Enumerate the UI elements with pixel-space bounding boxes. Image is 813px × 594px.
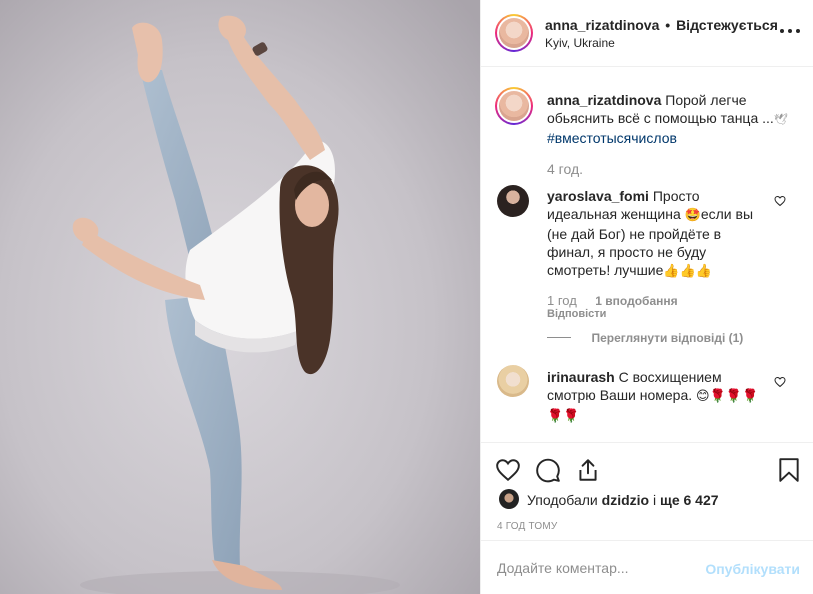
likes-count[interactable]: ще 6 427: [660, 492, 719, 508]
comment-text-line: если вы: [700, 206, 754, 222]
comment-icon[interactable]: [535, 457, 561, 483]
comments-list[interactable]: anna_rizatdinova Порой легче обьяснить в…: [481, 67, 813, 442]
dancer-photo: [0, 0, 480, 594]
heart-icon[interactable]: [495, 457, 521, 483]
header-user-line: anna_rizatdinova • Відстежується: [545, 17, 778, 33]
post-side-panel: anna_rizatdinova • Відстежується Kyiv, U…: [480, 0, 813, 594]
caption: anna_rizatdinova Порой легче обьяснить в…: [547, 91, 797, 147]
comment-yaroslava: yaroslava_fomi Просто идеальная женщина …: [547, 187, 767, 281]
more-horizontal-icon[interactable]: [780, 24, 800, 38]
bookmark-icon[interactable]: [776, 457, 802, 483]
follow-status-button[interactable]: Відстежується: [676, 17, 778, 33]
liked-by: Уподобали dzidzio і ще 6 427: [527, 492, 719, 508]
post-time-ago[interactable]: 4 ГОД ТОМУ: [497, 521, 557, 532]
liked-by-and: і: [652, 492, 657, 508]
comment-likes-count[interactable]: 1 вподобання: [595, 294, 677, 308]
caption-username[interactable]: anna_rizatdinova: [547, 92, 661, 108]
add-comment-input[interactable]: [497, 557, 697, 579]
star-struck-emoji: 🤩: [684, 208, 701, 223]
comment-like-heart-icon[interactable]: [774, 376, 786, 388]
comment-like-heart-icon[interactable]: [774, 195, 786, 207]
smile-roses-emoji: 😊🌹🌹🌹: [696, 389, 759, 404]
comment-text-line: (не дай Бог) не пройдёте в: [547, 226, 722, 242]
header-separator: •: [665, 17, 671, 33]
view-replies-button[interactable]: Переглянути відповіді (1): [547, 329, 743, 347]
comment-time: 1 год: [547, 293, 577, 308]
post-photo[interactable]: [0, 0, 480, 594]
caption-time: 4 год.: [547, 161, 584, 177]
liker-avatar[interactable]: [499, 489, 519, 509]
caption-hashtag[interactable]: #вместотысячислов: [547, 130, 677, 146]
post-actions: Уподобали dzidzio і ще 6 427 4 ГОД ТОМУ: [481, 442, 813, 540]
post-comment-button[interactable]: Опублікувати: [705, 561, 800, 577]
comment-text-line: смотреть! лучшие: [547, 262, 664, 278]
add-comment-bar: Опублікувати: [481, 540, 813, 594]
liked-by-prefix: Уподобали: [527, 492, 598, 508]
replies-divider: [547, 337, 571, 339]
comment-text-line: идеальная женщина: [547, 206, 681, 222]
author-avatar[interactable]: [495, 14, 533, 52]
author-username[interactable]: anna_rizatdinova: [545, 17, 659, 33]
comment-username[interactable]: irinaurash: [547, 369, 615, 385]
commenter-avatar-yaroslava[interactable]: [497, 185, 529, 217]
post-location[interactable]: Kyiv, Ukraine: [545, 36, 615, 50]
reply-button[interactable]: Відповісти: [547, 308, 606, 320]
comment-text-line: С восхищением: [618, 369, 722, 385]
post-header: anna_rizatdinova • Відстежується Kyiv, U…: [481, 0, 813, 67]
view-replies-label: Переглянути відповіді (1): [591, 331, 744, 345]
comment-text-line: финал, я просто не буду: [547, 244, 707, 260]
comment-text-line: Просто: [652, 188, 700, 204]
comment-irina: irinaurash С восхищением смотрю Ваши ном…: [547, 368, 767, 426]
commenter-avatar-irina[interactable]: [497, 365, 529, 397]
thumbs-up-emoji: 👍👍👍: [663, 264, 712, 279]
dove-emoji: 🕊: [773, 113, 788, 126]
roses-emoji: 🌹🌹: [547, 409, 580, 424]
comment-username[interactable]: yaroslava_fomi: [547, 188, 649, 204]
share-icon[interactable]: [575, 457, 601, 483]
caption-avatar[interactable]: [495, 87, 533, 125]
comment-text-line: смотрю Ваши номера.: [547, 387, 693, 403]
liked-by-user[interactable]: dzidzio: [602, 492, 649, 508]
